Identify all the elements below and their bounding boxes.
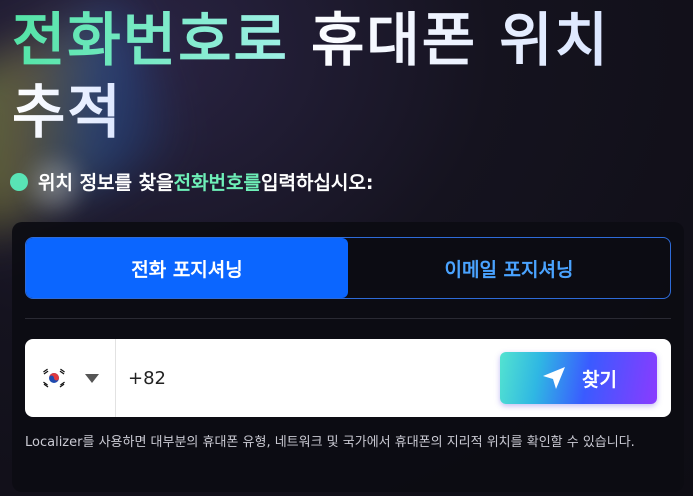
page-title: 전화번호로 휴대폰 위치 추적 — [12, 4, 682, 148]
instruction-text: 위치 정보를 찾을 전화번호를 입력하십시오: — [10, 168, 373, 195]
chevron-down-icon — [85, 373, 99, 383]
title-line2: 추적 — [12, 78, 123, 146]
find-button-label: 찾기 — [582, 369, 617, 391]
navigation-arrow-icon — [543, 367, 566, 389]
title-rest: 휴대폰 위치 — [288, 6, 610, 74]
tab-email-positioning[interactable]: 이메일 포지셔닝 — [348, 238, 670, 298]
title-highlight: 전화번호로 — [12, 6, 289, 74]
positioning-tabs: 전화 포지셔닝 이메일 포지셔닝 — [25, 237, 671, 299]
bullet-dot-icon — [10, 172, 28, 191]
find-button[interactable]: 찾기 — [500, 352, 657, 404]
phone-input-row: 찾기 — [25, 338, 671, 418]
instruction-after: 입력하십시오: — [261, 172, 374, 194]
country-selector[interactable] — [25, 339, 116, 417]
search-card: 전화 포지셔닝 이메일 포지셔닝 +82 찾기 Localizer를 사용하면 … — [12, 222, 684, 492]
divider — [25, 318, 671, 319]
kr-flag-icon — [41, 368, 67, 388]
tab-phone-positioning[interactable]: 전화 포지셔닝 — [26, 238, 348, 298]
instruction-highlight: 전화번호를 — [173, 172, 261, 194]
instruction-before: 위치 정보를 찾을 — [38, 172, 174, 194]
footnote-text: Localizer를 사용하면 대부분의 휴대폰 유형, 네트워크 및 국가에서… — [25, 435, 635, 450]
phone-number-input[interactable] — [116, 338, 500, 418]
